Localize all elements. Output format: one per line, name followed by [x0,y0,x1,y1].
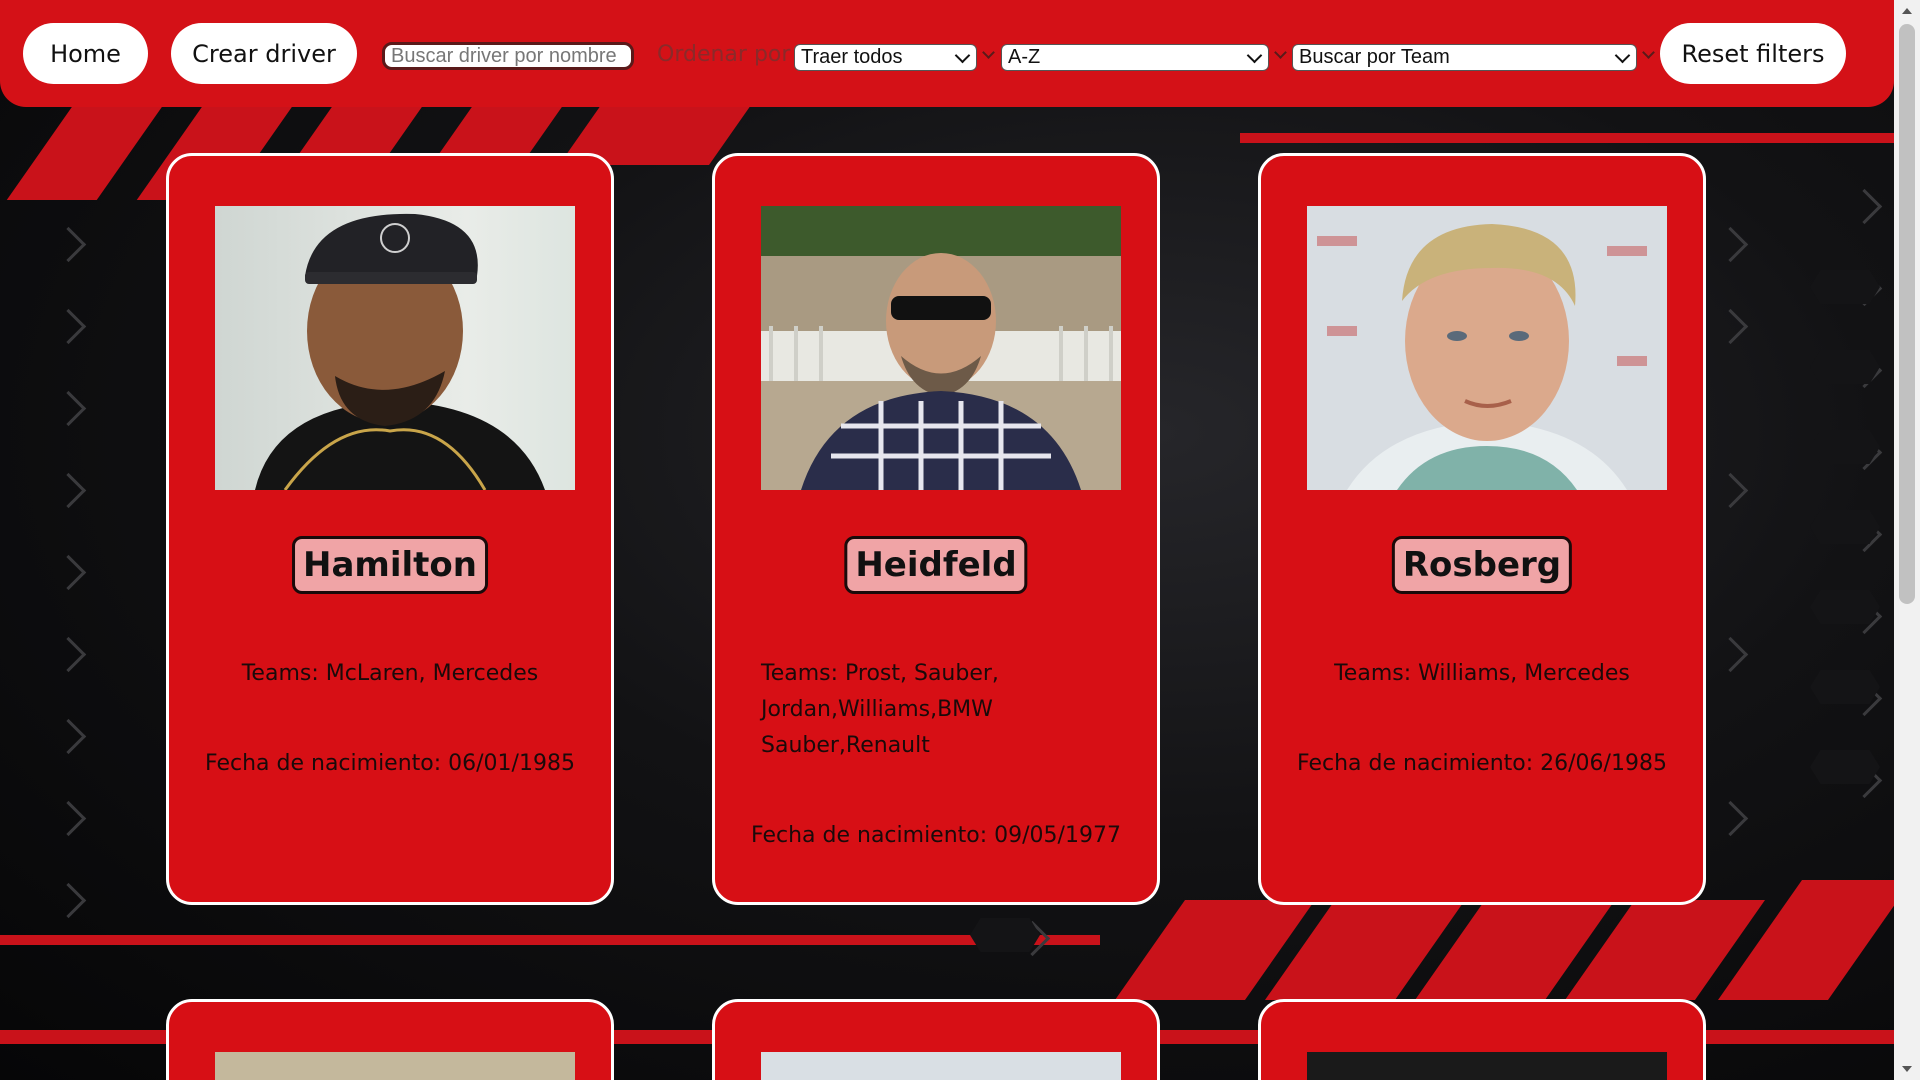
driver-name: Rosberg [1391,536,1573,594]
search-input[interactable]: Buscar driver por nombre [382,42,634,70]
driver-card[interactable]: Rosberg Teams: Williams, Mercedes Fecha … [1258,153,1706,905]
bg-hexagon [1810,270,1880,304]
driver-photo [215,1052,575,1080]
bg-stripe [6,105,164,200]
sort-order-value: A-Z [1008,46,1041,68]
fetch-source-value: Traer todos [801,46,903,68]
driver-card[interactable]: Heidfeld Teams: Prost, Sauber, Jordan,Wi… [712,153,1160,905]
chevron-right-icon [50,800,87,837]
sort-order-select[interactable]: A-Z [1001,44,1269,71]
bg-hexagon [1810,510,1880,544]
top-nav-bar: Home Crear driver Buscar driver por nomb… [0,0,1894,107]
chevron-right-icon [1712,226,1749,263]
chevron-right-icon [1712,308,1749,345]
bg-hexagon [1810,430,1880,464]
driver-teams: Teams: Williams, Mercedes [1334,661,1630,686]
scroll-up-arrow-icon[interactable] [1902,8,1912,14]
driver-card[interactable] [1258,999,1706,1080]
bg-hexagon [1810,750,1880,784]
driver-photo [761,1052,1121,1080]
driver-name: Heidfeld [844,536,1028,594]
driver-birthdate: Fecha de nacimiento: 09/05/1977 [751,823,1121,848]
chevron-right-icon [50,636,87,673]
chevron-right-icon [1712,800,1749,837]
chevron-right-icon [1712,472,1749,509]
bg-hexagon [1810,670,1880,704]
team-filter-value: Buscar por Team [1299,46,1450,68]
scrollbar-thumb[interactable] [1899,24,1915,604]
chevron-down-icon [1274,46,1287,59]
chevron-right-icon [50,554,87,591]
bg-stripe [0,935,1100,945]
bg-hexagon [970,918,1040,952]
team-filter-select[interactable]: Buscar por Team [1292,44,1637,71]
driver-card[interactable] [166,999,614,1080]
chevron-right-icon [50,226,87,263]
chevron-right-icon [1712,636,1749,673]
driver-birthdate: Fecha de nacimiento: 06/01/1985 [205,751,575,776]
fetch-source-select[interactable]: Traer todos [794,44,977,71]
order-by-label: Ordenar por [657,42,791,67]
chevron-right-icon [50,308,87,345]
driver-birthdate: Fecha de nacimiento: 26/06/1985 [1297,751,1667,776]
bg-stripe [1717,880,1913,1000]
bg-hexagon [1810,590,1880,624]
scroll-down-arrow-icon[interactable] [1902,1066,1912,1072]
chevron-down-icon [1246,47,1263,64]
driver-photo-image [761,206,1121,490]
driver-photo-image [215,206,575,490]
home-button[interactable]: Home [23,23,148,84]
driver-teams: Teams: Prost, Sauber, Jordan,Williams,BM… [761,661,999,758]
chevron-right-icon [50,472,87,509]
driver-name: Hamilton [292,536,488,594]
bg-hexagon [1810,350,1880,384]
chevron-right-icon [1846,188,1883,225]
driver-photo [1307,206,1667,490]
driver-card[interactable] [712,999,1160,1080]
driver-photo-image [1307,206,1667,490]
chevron-right-icon [50,718,87,755]
create-driver-button[interactable]: Crear driver [171,23,357,84]
vertical-scrollbar[interactable] [1894,0,1920,1080]
chevron-down-icon [982,46,995,59]
bg-stripe [1240,133,1900,143]
chevron-right-icon [50,390,87,427]
chevron-down-icon [954,47,971,64]
driver-card[interactable]: Hamilton Teams: McLaren, Mercedes Fecha … [166,153,614,905]
driver-teams: Teams: McLaren, Mercedes [241,661,539,686]
chevron-right-icon [50,882,87,919]
chevron-down-icon [1642,46,1655,59]
reset-filters-button[interactable]: Reset filters [1660,23,1846,84]
driver-photo [215,206,575,490]
driver-photo [1307,1052,1667,1080]
chevron-down-icon [1614,47,1631,64]
driver-photo [761,206,1121,490]
